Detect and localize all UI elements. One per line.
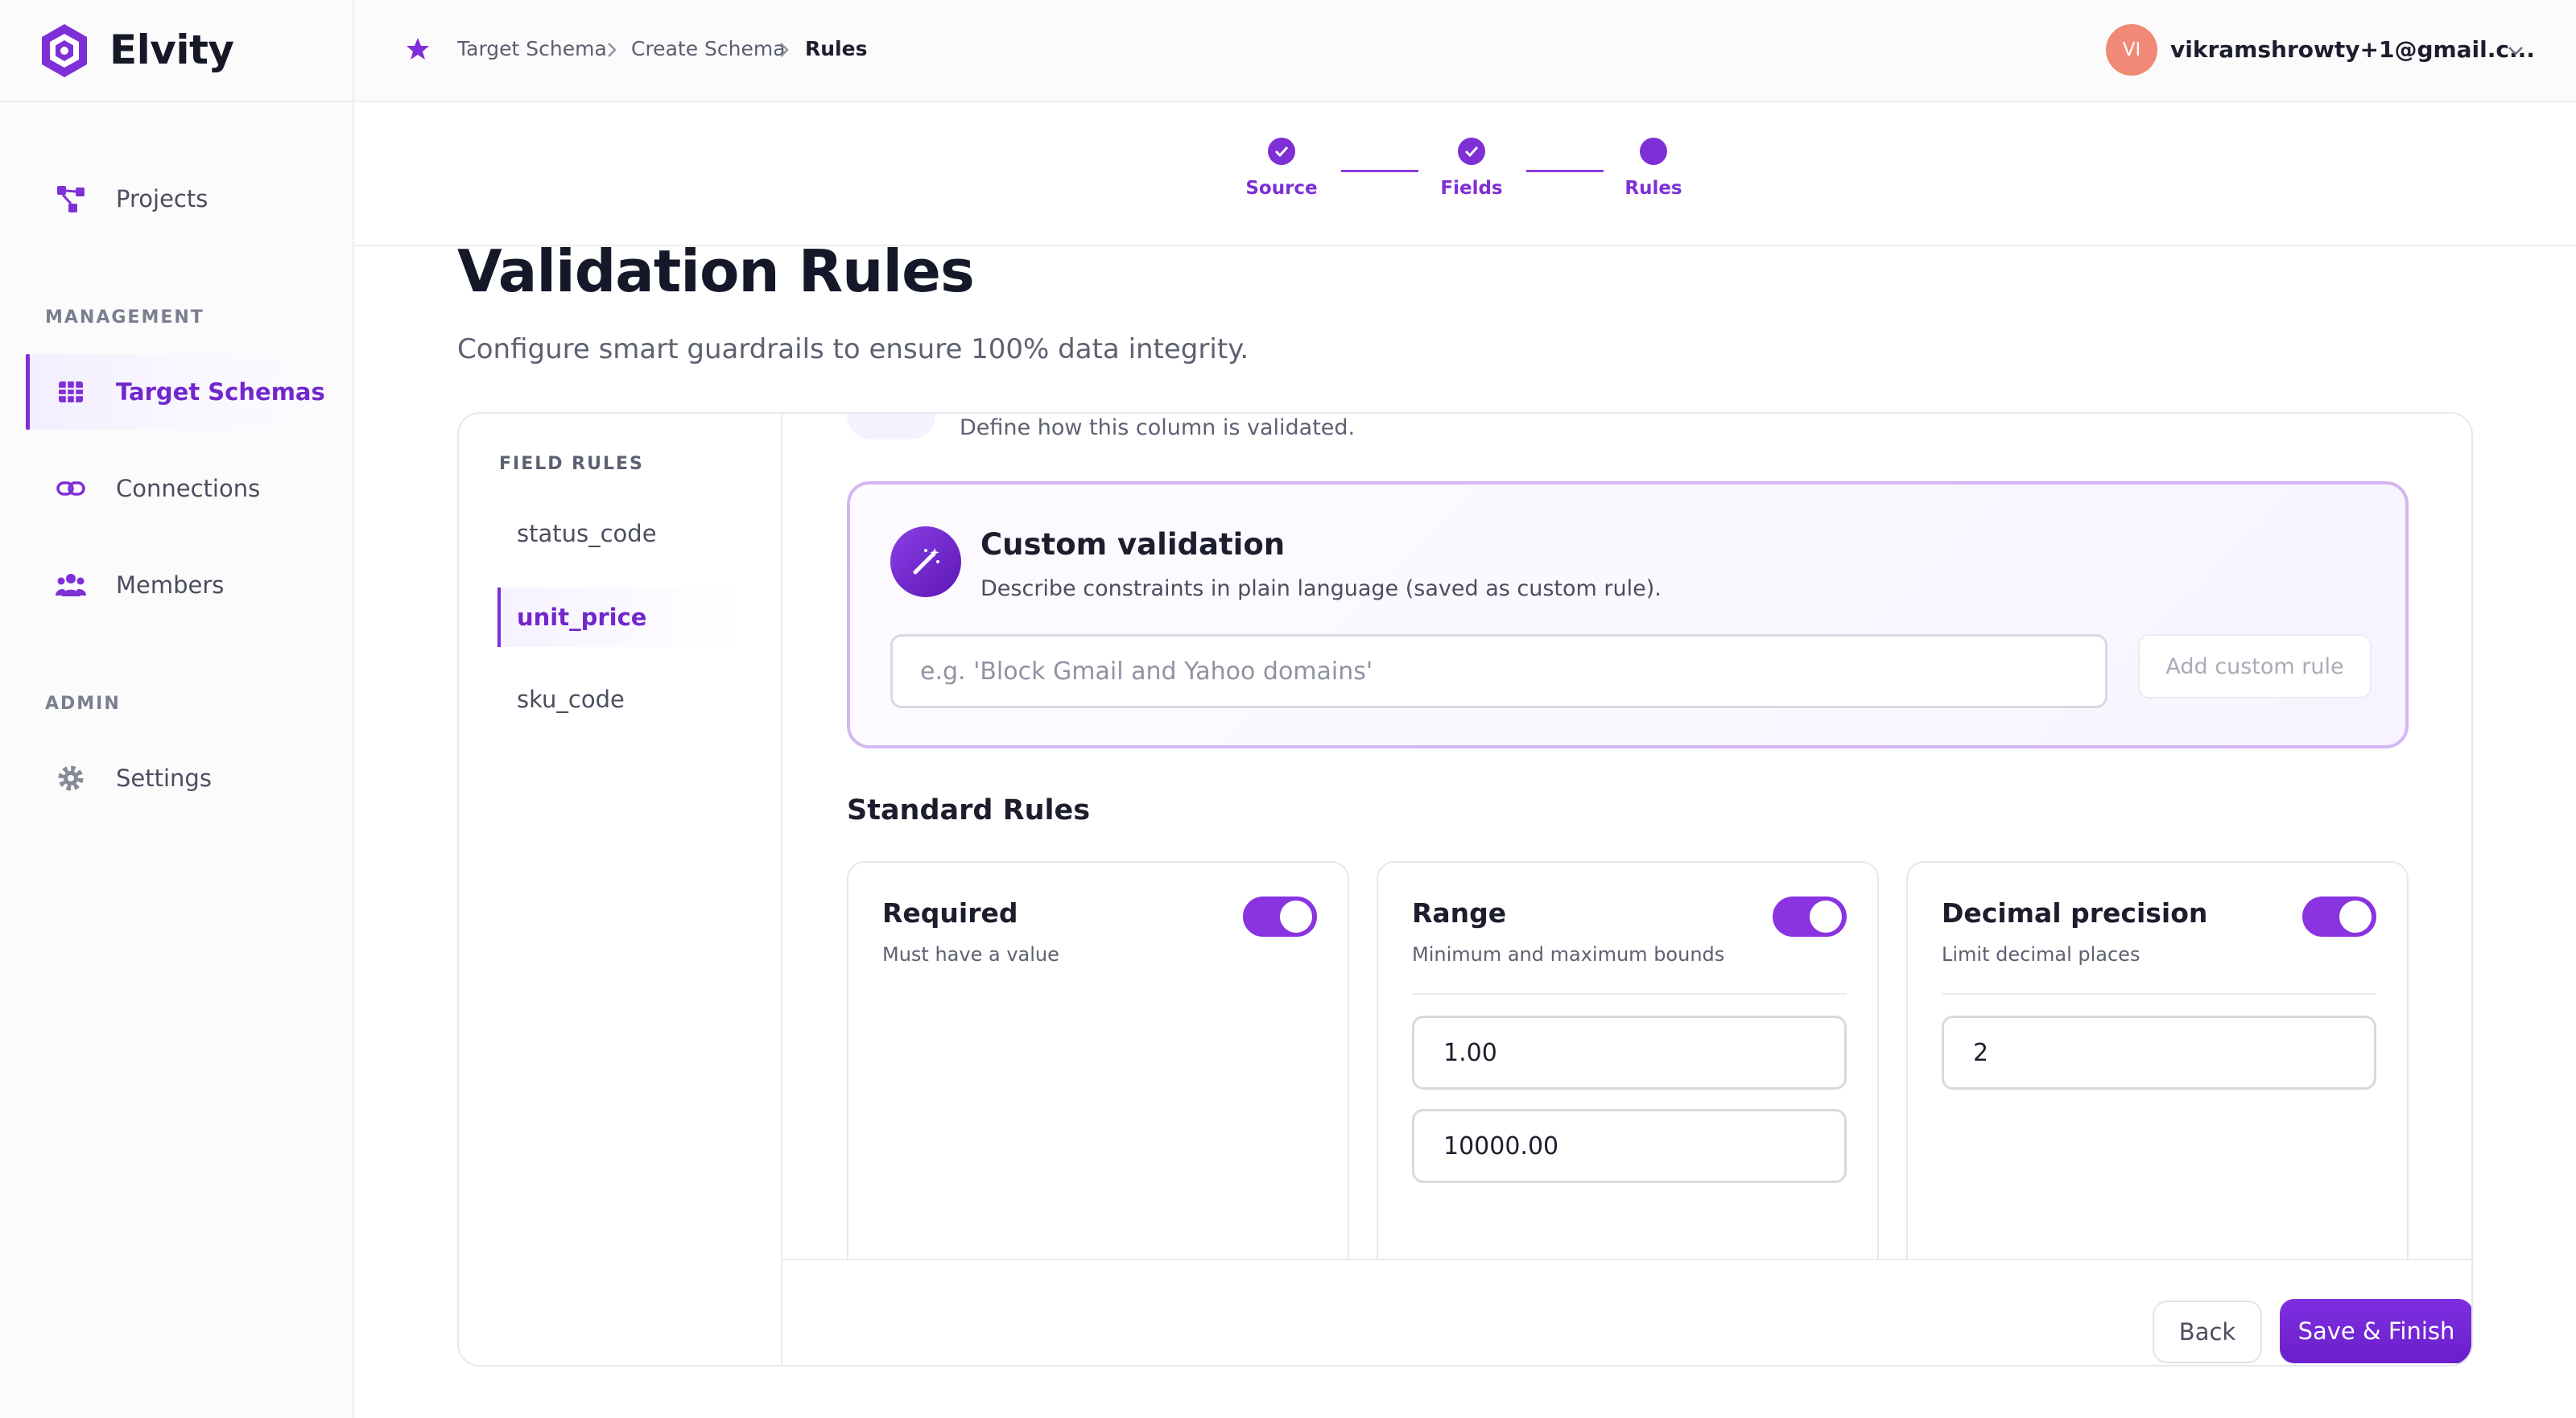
field-type-chip (847, 414, 935, 439)
custom-validation-description: Describe constraints in plain language (… (980, 576, 1662, 601)
rule-card-title: Range (1412, 897, 1507, 929)
rule-card-title: Decimal precision (1942, 897, 2208, 929)
magic-wand-icon (890, 526, 961, 597)
sidebar-item-label: Settings (116, 765, 212, 792)
table-grid-icon (59, 381, 83, 402)
step-current-dot (1640, 138, 1667, 165)
step-rules[interactable]: Rules (1589, 138, 1718, 218)
custom-rule-input[interactable] (890, 634, 2107, 708)
sidebar-item-projects[interactable]: Projects (26, 161, 348, 237)
projects-icon (57, 186, 85, 212)
save-finish-button[interactable]: Save & Finish (2280, 1299, 2471, 1363)
custom-validation-card: Custom validation Describe constraints i… (847, 481, 2409, 748)
field-label: sku_code (517, 686, 625, 713)
stepper: Source Fields Rules (354, 102, 2576, 246)
step-complete-dot (1458, 138, 1485, 165)
rule-card-range: Range Minimum and maximum bounds (1377, 861, 1879, 1259)
sidebar-item-connections[interactable]: Connections (26, 451, 348, 526)
sidebar-item-label: Target Schemas (116, 378, 325, 406)
field-label: status_code (517, 520, 657, 547)
sidebar-item-target-schemas[interactable]: Target Schemas (26, 354, 348, 430)
divider (1942, 993, 2376, 995)
rule-card-decimal-precision: Decimal precision Limit decimal places (1906, 861, 2409, 1259)
sidebar-item-members[interactable]: Members (26, 547, 348, 623)
step-label: Fields (1440, 178, 1503, 199)
back-button[interactable]: Back (2153, 1301, 2262, 1363)
rule-config-area: Define how this column is validated. Cus… (782, 414, 2471, 1259)
range-max-input[interactable] (1412, 1109, 1847, 1183)
rule-card-description: Must have a value (882, 943, 1059, 966)
rule-card-description: Limit decimal places (1942, 943, 2140, 966)
field-rules-list: FIELD RULES status_code unit_price sku_c… (459, 414, 782, 1365)
section-admin: ADMIN (45, 694, 121, 714)
step-complete-dot (1268, 138, 1295, 165)
decimal-precision-toggle[interactable] (2302, 897, 2376, 937)
sidebar-item-label: Projects (116, 185, 208, 212)
topbar: Target Schema Create Schema Rules VI vik… (354, 0, 2576, 102)
sidebar: Elvity Projects MANAGEMENT Target Schema… (0, 0, 354, 1418)
field-label: unit_price (517, 604, 647, 631)
toggle-knob (1810, 901, 1842, 933)
range-toggle[interactable] (1773, 897, 1847, 937)
rule-card-description: Minimum and maximum bounds (1412, 943, 1725, 966)
divider (1412, 993, 1847, 995)
form-footer: Back Save & Finish (782, 1259, 2471, 1365)
field-item-sku-code[interactable]: sku_code (497, 670, 739, 729)
custom-validation-title: Custom validation (980, 527, 1286, 562)
check-icon (1274, 146, 1289, 158)
section-management: MANAGEMENT (45, 307, 204, 328)
chevron-right-icon (608, 43, 617, 57)
user-email[interactable]: vikramshrowty+1@gmail.c... (2170, 35, 2535, 64)
field-rules-title: FIELD RULES (499, 454, 644, 474)
toggle-knob (2339, 901, 2372, 933)
breadcrumb-current: Rules (805, 37, 868, 60)
chevron-down-icon[interactable] (2505, 40, 2526, 61)
step-label: Source (1245, 178, 1318, 199)
rule-card-title: Required (882, 897, 1018, 929)
check-icon (1464, 146, 1479, 158)
standard-rules-title: Standard Rules (847, 794, 1091, 826)
step-fields[interactable]: Fields (1407, 138, 1536, 218)
field-item-unit-price[interactable]: unit_price (497, 587, 739, 647)
sidebar-item-settings[interactable]: Settings (26, 740, 348, 816)
rule-card-required: Required Must have a value (847, 861, 1349, 1259)
step-label: Rules (1624, 178, 1682, 199)
breadcrumb-target-schema[interactable]: Target Schema (457, 35, 607, 63)
breadcrumb-create-schema[interactable]: Create Schema (631, 35, 786, 63)
step-source[interactable]: Source (1217, 138, 1346, 218)
decimal-places-input[interactable] (1942, 1016, 2376, 1090)
field-item-status-code[interactable]: status_code (497, 504, 739, 563)
avatar[interactable]: VI (2106, 24, 2157, 76)
page-subtitle: Configure smart guardrails to ensure 100… (457, 333, 1249, 365)
link-icon (56, 481, 85, 496)
elvity-logo-icon (42, 24, 87, 77)
brand: Elvity (0, 0, 353, 102)
rules-panel: FIELD RULES status_code unit_price sku_c… (457, 412, 2473, 1366)
sidebar-item-label: Connections (116, 475, 261, 502)
add-custom-rule-button[interactable]: Add custom rule (2138, 634, 2372, 699)
toggle-knob (1280, 901, 1312, 933)
users-icon (56, 574, 86, 596)
rule-area-hint: Define how this column is validated. (960, 415, 1356, 440)
chevron-right-icon (780, 43, 789, 57)
range-min-input[interactable] (1412, 1016, 1847, 1090)
brand-name: Elvity (109, 27, 234, 73)
gear-icon (58, 765, 84, 791)
required-toggle[interactable] (1243, 897, 1317, 937)
sidebar-item-label: Members (116, 571, 225, 599)
star-icon (407, 38, 429, 60)
page-title: Validation Rules (457, 237, 975, 305)
